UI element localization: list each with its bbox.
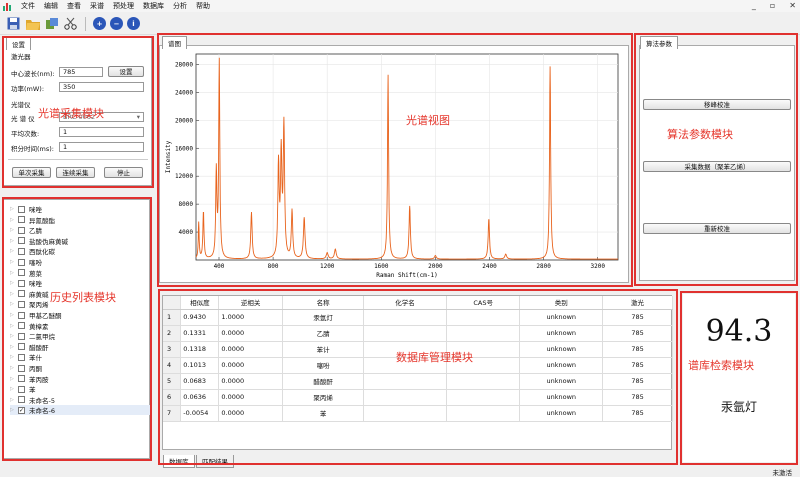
status-text: 未激活 — [772, 469, 793, 477]
minimize-icon[interactable]: _ — [752, 1, 756, 10]
zoom-in-icon[interactable]: + — [93, 17, 106, 30]
open-folder-icon[interactable] — [25, 16, 40, 31]
info-icon[interactable]: i — [127, 17, 140, 30]
annotation-search: 谱库检索模块 — [688, 359, 754, 372]
menu-view[interactable]: 查看 — [67, 1, 81, 11]
search-highlight — [680, 291, 798, 465]
annotation-spectrum: 光谱视图 — [406, 114, 450, 127]
menu-preprocess[interactable]: 预处理 — [113, 1, 134, 11]
annotation-history: 历史列表模块 — [50, 291, 116, 304]
menu-file[interactable]: 文件 — [21, 1, 35, 11]
history-highlight — [2, 197, 152, 461]
annotation-algorithm: 算法参数模块 — [667, 128, 733, 141]
toolbar-separator — [85, 16, 86, 31]
cut-icon[interactable] — [63, 16, 78, 31]
zoom-out-icon[interactable]: − — [110, 17, 123, 30]
menu-analysis[interactable]: 分析 — [173, 1, 187, 11]
toolbar: + − i — [0, 13, 800, 35]
save-icon[interactable] — [6, 16, 21, 31]
export-icon[interactable] — [44, 16, 59, 31]
restore-icon[interactable]: ▫ — [770, 1, 775, 10]
annotation-database: 数据库管理模块 — [396, 351, 473, 364]
close-icon[interactable]: ✕ — [789, 1, 796, 10]
menu-database[interactable]: 数据库 — [143, 1, 164, 11]
menu-acquire[interactable]: 采谱 — [90, 1, 104, 11]
annotation-acquisition: 光谱采集模块 — [38, 107, 104, 120]
menu-bar: 文件 编辑 查看 采谱 预处理 数据库 分析 帮助 — [0, 0, 800, 12]
window-controls: _ ▫ ✕ — [752, 1, 796, 10]
database-highlight — [158, 289, 678, 465]
app-logo-icon — [3, 2, 13, 11]
algorithm-highlight — [634, 33, 798, 286]
spectrum-highlight — [157, 33, 633, 287]
menu-edit[interactable]: 编辑 — [44, 1, 58, 11]
menu-help[interactable]: 帮助 — [196, 1, 210, 11]
